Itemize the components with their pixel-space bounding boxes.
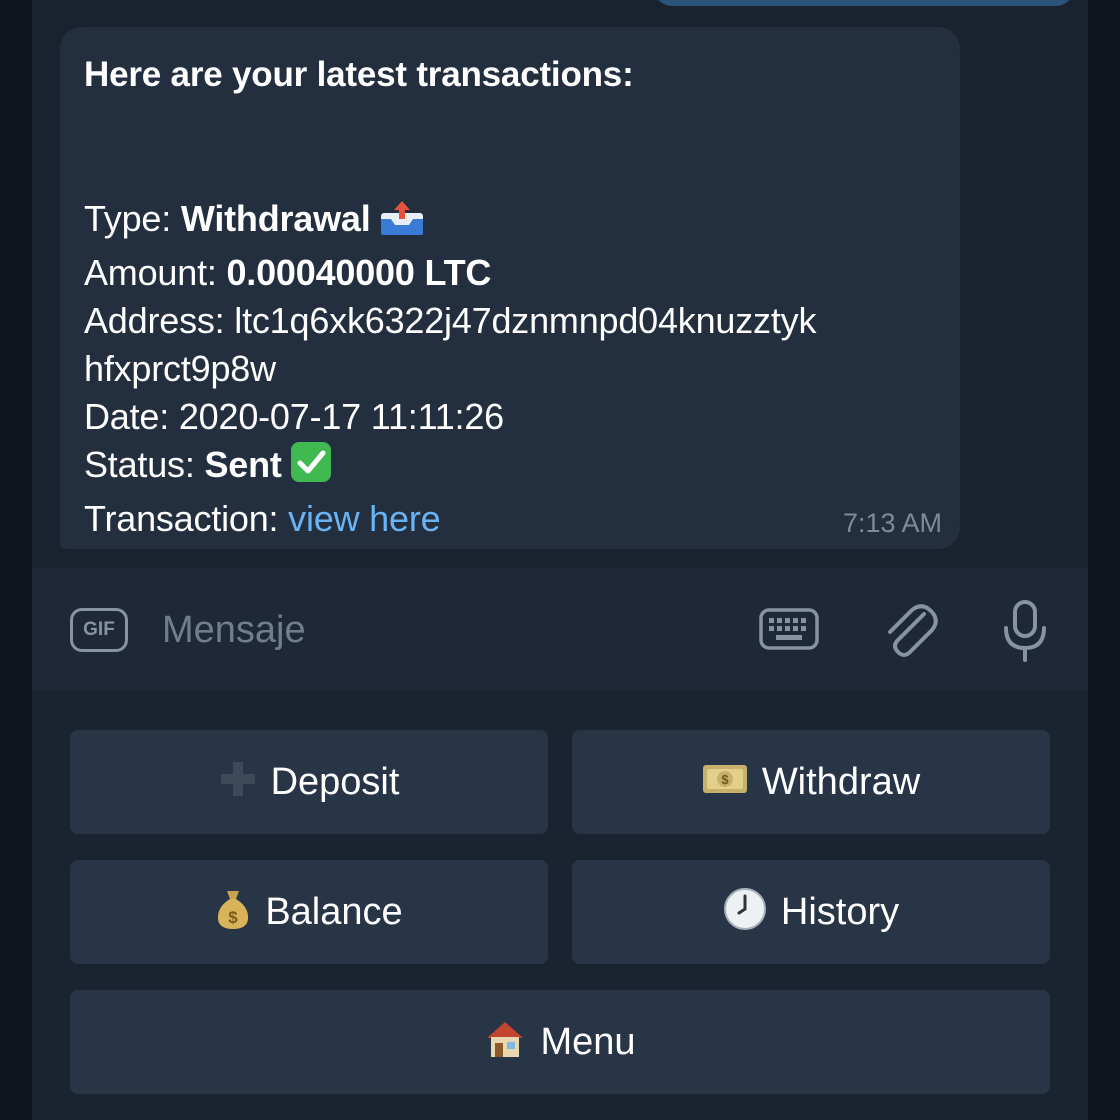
withdraw-label: Withdraw <box>761 760 921 803</box>
address-line: Address: ltc1q6xk6322j47dznmnpd04knuzzty… <box>84 297 938 345</box>
amount-label: Amount: <box>84 252 227 293</box>
address-value-part2: hfxprct9p8w <box>84 348 276 389</box>
date-line: Date: 2020-07-17 11:11:26 <box>84 393 938 441</box>
history-button[interactable]: History <box>572 860 1050 964</box>
balance-button[interactable]: $ Balance <box>70 860 548 964</box>
chat-history[interactable]: Here are your latest transactions: Type:… <box>32 0 1088 568</box>
house-icon <box>484 1018 526 1067</box>
check-mark-button-icon <box>290 441 332 495</box>
menu-label: Menu <box>540 1020 636 1063</box>
transaction-label: Transaction: <box>84 498 289 539</box>
chat-app: Here are your latest transactions: Type:… <box>32 0 1088 1120</box>
type-value: Withdrawal <box>180 198 371 239</box>
paperclip-icon[interactable] <box>880 600 940 667</box>
view-transaction-link[interactable]: view here <box>288 498 440 539</box>
status-value: Sent <box>204 444 282 485</box>
transaction-line: Transaction: view here <box>84 495 938 543</box>
message-input[interactable] <box>162 602 722 658</box>
svg-text:$: $ <box>229 908 239 927</box>
date-label: Date: <box>84 396 179 437</box>
outbox-tray-icon <box>379 199 425 249</box>
type-line: Type: Withdrawal <box>84 195 938 249</box>
withdraw-button[interactable]: $ Withdraw <box>572 730 1050 834</box>
heavy-plus-icon <box>219 760 257 805</box>
menu-button[interactable]: Menu <box>70 990 1050 1094</box>
type-label: Type: <box>84 198 181 239</box>
dollar-banknote-icon: $ <box>702 763 748 802</box>
address-label: Address: <box>84 300 235 341</box>
keyboard-icon[interactable] <box>758 604 820 659</box>
status-label: Status: <box>84 444 205 485</box>
microphone-icon[interactable] <box>1000 598 1050 669</box>
amount-value: 0.00040000 LTC <box>226 252 492 293</box>
message-timestamp: 7:13 AM <box>842 508 942 538</box>
balance-label: Balance <box>265 890 403 933</box>
amount-line: Amount: 0.00040000 LTC <box>84 249 938 297</box>
date-value: 2020-07-17 11:11:26 <box>178 396 504 437</box>
money-bag-icon: $ <box>215 887 251 938</box>
address-line-continued: hfxprct9p8w <box>84 345 938 393</box>
deposit-label: Deposit <box>270 760 400 803</box>
screen-frame: Here are your latest transactions: Type:… <box>0 0 1120 1120</box>
svg-text:$: $ <box>721 772 729 787</box>
message-input-bar: GIF <box>32 568 1088 690</box>
clock-icon <box>723 887 767 938</box>
address-value-part1: ltc1q6xk6322j47dznmnpd04knuzztyk <box>234 300 817 341</box>
gif-button[interactable]: GIF <box>70 608 128 652</box>
outgoing-message-bubble <box>654 0 1074 6</box>
incoming-message-bubble[interactable]: Here are your latest transactions: Type:… <box>60 27 960 549</box>
message-title: Here are your latest transactions: <box>84 55 634 94</box>
deposit-button[interactable]: Deposit <box>70 730 548 834</box>
history-label: History <box>780 890 900 933</box>
status-line: Status: Sent <box>84 441 938 495</box>
